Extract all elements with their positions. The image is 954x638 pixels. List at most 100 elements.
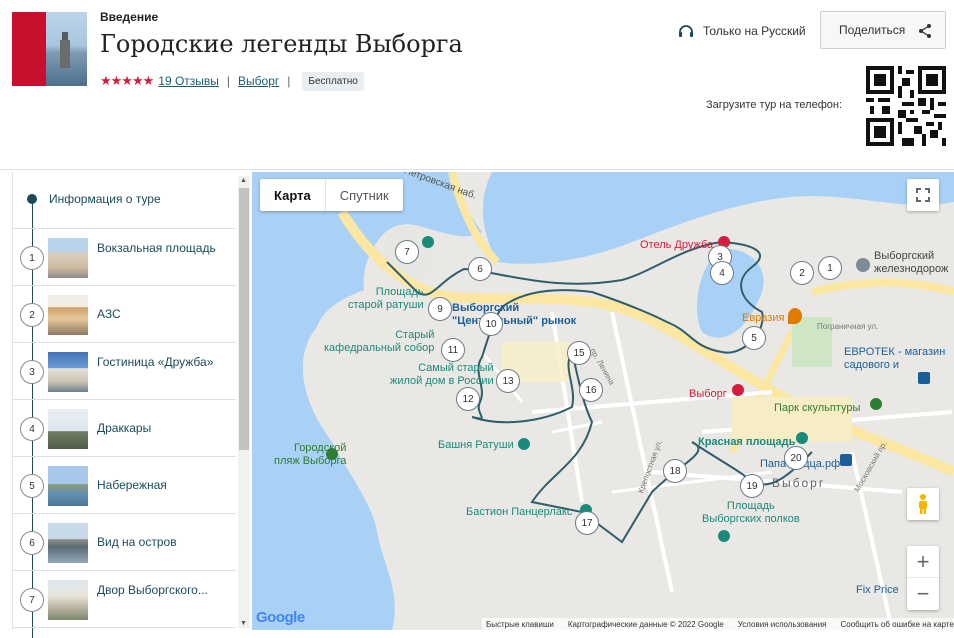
map-marker-11[interactable]: 11 — [441, 338, 465, 362]
rating-stars-icon: ★★★★★ — [100, 73, 154, 88]
map-marker-17[interactable]: 17 — [575, 511, 599, 535]
restaurant-icon[interactable] — [788, 308, 802, 324]
stop-number: 4 — [20, 417, 44, 441]
map-label-old-house: Самый старый жилой дом в России — [390, 362, 494, 387]
zoom-in-button[interactable]: + — [907, 546, 939, 578]
park-icon[interactable] — [870, 398, 882, 410]
map-marker-9[interactable]: 9 — [428, 297, 452, 321]
landmark-icon[interactable] — [518, 438, 530, 450]
tour-meta: ★★★★★ 19 Отзывы | Выборг | Бесплатно — [100, 70, 364, 92]
sidebar-item-label: Набережная — [97, 478, 167, 492]
sidebar-item-stop-3[interactable]: 3 Гостиница «Дружба» — [13, 343, 236, 400]
map-label-polkov-square: Площадь Выборгских полков — [702, 500, 800, 525]
map-marker-16[interactable]: 16 — [579, 378, 603, 402]
section-kicker: Введение — [100, 10, 159, 24]
shop-icon[interactable] — [840, 454, 852, 466]
sidebar-item-label: АЗС — [97, 307, 121, 321]
google-logo[interactable]: Google — [256, 609, 305, 626]
map-label-eurasia: Евразия — [742, 312, 785, 324]
map-label-market: Выборгский "Центральный" рынок — [452, 302, 577, 327]
map-label-red-square: Красная площадь — [698, 436, 796, 448]
scroll-down-icon[interactable]: ▼ — [240, 620, 247, 627]
map-footer: Быстрые клавиши Картографические данные … — [482, 618, 954, 630]
sidebar-item-stop-4[interactable]: 4 Драккары — [13, 400, 236, 457]
stop-thumbnail — [48, 238, 88, 278]
map-label-city: Выборг — [772, 476, 826, 490]
page-title: Городские легенды Выборга — [100, 30, 463, 58]
zoom-control: + − — [907, 546, 939, 610]
map-marker-13[interactable]: 13 — [496, 369, 520, 393]
share-button[interactable]: Поделиться — [820, 11, 946, 49]
stop-thumbnail — [48, 523, 88, 563]
map-marker-4[interactable]: 4 — [710, 261, 734, 285]
zoom-out-button[interactable]: − — [907, 578, 939, 610]
map-marker-5[interactable]: 5 — [742, 326, 766, 350]
language-label: Только на Русский — [703, 24, 806, 38]
city-link[interactable]: Выборг — [238, 74, 279, 88]
map-marker-1[interactable]: 1 — [818, 256, 842, 280]
map-marker-7[interactable]: 7 — [395, 240, 419, 264]
reviews-link[interactable]: 19 Отзывы — [158, 74, 219, 88]
map-label-vyborg-poi: Выборг — [689, 388, 727, 400]
tour-header: Введение Городские легенды Выборга ★★★★★… — [0, 0, 954, 170]
stop-number: 6 — [20, 531, 44, 555]
museum-icon[interactable] — [422, 236, 434, 248]
stop-thumbnail — [48, 580, 88, 620]
map-type-map-button[interactable]: Карта — [260, 179, 326, 211]
map-label-sculpture-park: Парк скульптуры — [774, 402, 861, 414]
stop-thumbnail — [48, 409, 88, 449]
language-indicator: Только на Русский — [678, 22, 806, 40]
sidebar-item-stop-6[interactable]: 6 Вид на остров — [13, 514, 236, 571]
map-marker-15[interactable]: 15 — [567, 341, 591, 365]
map-type-satellite-button[interactable]: Спутник — [326, 179, 403, 211]
headphones-icon — [679, 25, 693, 37]
download-prompt: Загрузите тур на телефон: — [706, 99, 843, 111]
stop-thumbnail — [48, 352, 88, 392]
stop-number: 2 — [20, 303, 44, 327]
terms-link[interactable]: Условия использования — [738, 620, 827, 629]
scroll-up-icon[interactable]: ▲ — [240, 177, 247, 184]
sidebar-item-label: Вид на остров — [97, 535, 177, 549]
map-marker-2[interactable]: 2 — [790, 261, 814, 285]
sidebar-scrollbar[interactable]: ▲ ▼ — [238, 176, 250, 628]
map-marker-20[interactable]: 20 — [784, 446, 808, 470]
landmark-icon[interactable] — [796, 432, 808, 444]
map-marker-18[interactable]: 18 — [663, 459, 687, 483]
report-error-link[interactable]: Сообщить об ошибке на карте — [841, 620, 954, 629]
fullscreen-button[interactable] — [907, 179, 939, 211]
sidebar-item-label: Драккары — [97, 421, 152, 435]
map-label-ratusha-square: Площадь старой ратуши — [348, 286, 424, 311]
map-marker-19[interactable]: 19 — [740, 474, 764, 498]
route-map[interactable]: Петровская наб. Выборгский железнодорож О… — [252, 172, 954, 630]
sidebar-item-tour-info[interactable]: Информация о туре — [13, 172, 236, 229]
map-data-attribution: Картографические данные © 2022 Google — [567, 619, 724, 629]
map-marker-10[interactable]: 10 — [479, 312, 503, 336]
map-label-bastion: Бастион Панцерлакс — [466, 506, 573, 518]
sidebar-item-stop-7[interactable]: 7 Двор Выборгского... — [13, 571, 236, 628]
qr-code-icon[interactable] — [866, 66, 946, 146]
hotel-icon[interactable] — [732, 384, 744, 396]
sidebar-item-label: Вокзальная площадь — [97, 241, 216, 255]
sidebar-item-label: Двор Выборгского... — [97, 583, 208, 597]
street-view-button[interactable] — [907, 488, 939, 520]
sidebar-item-stop-2[interactable]: 2 АЗС — [13, 286, 236, 343]
keyboard-shortcuts-link[interactable]: Быстрые клавиши — [486, 620, 554, 629]
stop-number: 3 — [20, 360, 44, 384]
map-marker-12[interactable]: 12 — [456, 387, 480, 411]
sidebar-item-stop-1[interactable]: 1 Вокзальная площадь — [13, 229, 236, 286]
map-label-station: Выборгский железнодорож — [874, 250, 949, 275]
map-label-tower: Башня Ратуши — [438, 439, 514, 451]
place-pin-icon[interactable] — [856, 258, 870, 272]
stop-number: 1 — [20, 246, 44, 270]
shop-icon[interactable] — [918, 372, 930, 384]
landmark-icon[interactable] — [718, 530, 730, 542]
beach-icon[interactable] — [326, 448, 338, 460]
fullscreen-icon — [916, 188, 930, 202]
map-label-evrotek: ЕВРОТЕК - магазин садового и — [844, 346, 946, 371]
map-label-cathedral: Старый кафедральный собор — [324, 329, 435, 354]
map-label-hotel: Отель Дружба — [640, 239, 714, 251]
map-label-street: Пограничная ул. — [817, 322, 879, 331]
scrollbar-thumb[interactable] — [239, 188, 249, 450]
map-marker-6[interactable]: 6 — [468, 257, 492, 281]
sidebar-item-stop-5[interactable]: 5 Набережная — [13, 457, 236, 514]
